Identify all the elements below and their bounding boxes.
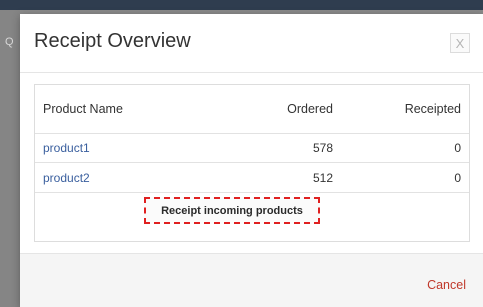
table-row: product2 512 0	[35, 163, 469, 193]
receipt-incoming-products-button[interactable]: Receipt incoming products	[144, 197, 320, 224]
app-top-bar	[0, 0, 483, 10]
column-header-ordered: Ordered	[287, 102, 333, 116]
receipt-overview-modal: Receipt Overview X Product Name Ordered …	[20, 14, 483, 307]
column-header-product-name: Product Name	[43, 102, 123, 116]
search-icon: Q	[5, 36, 14, 48]
header-divider	[20, 72, 483, 73]
modal-footer: Cancel	[20, 254, 483, 307]
background-page: Q	[0, 10, 20, 307]
modal-title: Receipt Overview	[34, 30, 191, 52]
table-header-row: Product Name Ordered Receipted	[35, 85, 469, 134]
ordered-value: 512	[312, 170, 333, 185]
receipted-value: 0	[454, 170, 461, 185]
product-link[interactable]: product1	[35, 141, 223, 155]
close-button[interactable]: X	[450, 33, 470, 53]
product-link[interactable]: product2	[35, 171, 223, 185]
cancel-button[interactable]: Cancel	[427, 278, 466, 292]
column-header-receipted: Receipted	[404, 102, 461, 116]
close-icon: X	[455, 35, 465, 51]
products-table: Product Name Ordered Receipted product1 …	[34, 84, 470, 242]
ordered-value: 578	[312, 140, 333, 155]
table-row: product1 578 0	[35, 133, 469, 163]
receipted-value: 0	[454, 140, 461, 155]
table-action-row: Receipt incoming products	[35, 193, 469, 233]
